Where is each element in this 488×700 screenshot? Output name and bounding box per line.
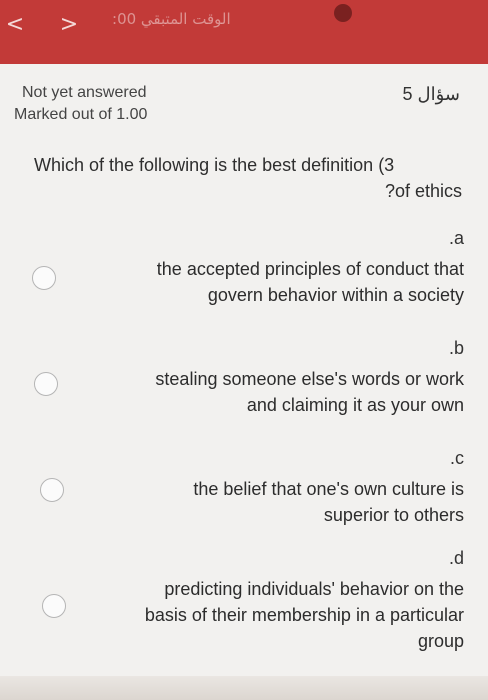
option-text-line: the belief that one's own culture is (193, 479, 464, 499)
radio-d[interactable] (42, 594, 66, 618)
option-text-line: group (417, 631, 464, 651)
option-text-line: stealing someone else's words or work (155, 369, 464, 389)
chevron-right-icon[interactable]: > (58, 12, 80, 38)
option-text: the accepted principles of conduct that … (157, 256, 464, 308)
option-text-line: the accepted principles of conduct that (156, 259, 464, 279)
time-remaining: الوقت المتبقي 00: (112, 10, 231, 28)
question-text-line: ?of ethics (384, 181, 462, 201)
radio-a[interactable] (32, 266, 56, 290)
radio-b[interactable] (34, 372, 58, 396)
option-text: stealing someone else's words or work an… (155, 366, 464, 418)
option-text: the belief that one's own culture is sup… (193, 476, 464, 528)
option-text: predicting individuals' behavior on the … (145, 576, 464, 654)
option-text-line: predicting individuals' behavior on the (164, 579, 464, 599)
option-letter: .a (448, 228, 464, 248)
question-number: سؤال 5 (402, 84, 460, 104)
bottom-shade (0, 676, 488, 700)
option-text-line: govern behavior within a society (207, 285, 464, 305)
option-letter: .b (448, 338, 464, 358)
question-text-line: Which of the following is the best defin… (34, 155, 395, 175)
option-letter: .d (448, 548, 464, 568)
chevron-left-icon[interactable]: < (4, 12, 26, 38)
option-text-line: basis of their membership in a particula… (144, 605, 464, 625)
question-status: Not yet answered Marked out of 1.00 (14, 82, 147, 126)
option-text-line: and claiming it as your own (246, 395, 464, 415)
option-text-line: superior to others (323, 505, 464, 525)
option-letter: .c (449, 448, 464, 468)
mark-status: Marked out of 1.00 (14, 106, 148, 123)
answer-status: Not yet answered (22, 84, 147, 101)
avatar[interactable] (334, 4, 352, 22)
quiz-header-bar: < > الوقت المتبقي 00: (0, 0, 488, 64)
radio-c[interactable] (40, 478, 64, 502)
question-text: Which of the following is the best defin… (34, 152, 462, 204)
